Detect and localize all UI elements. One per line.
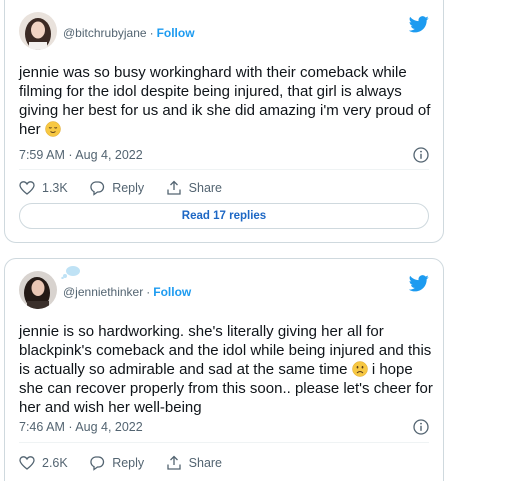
follow-button[interactable]: Follow xyxy=(153,285,191,299)
avatar[interactable] xyxy=(19,12,57,50)
heart-icon xyxy=(19,181,35,195)
tweet-text: jennie was so busy workinghard with thei… xyxy=(19,63,434,139)
share-icon xyxy=(167,455,181,470)
like-button[interactable]: 1.3K xyxy=(19,180,68,196)
tweet-actions: 2.6K Reply Share xyxy=(19,455,240,474)
handle-row: @bitchrubyjane · Follow xyxy=(63,26,195,40)
like-count: 2.6K xyxy=(42,456,68,470)
share-label: Share xyxy=(188,456,223,470)
relieved-face-icon xyxy=(45,121,61,137)
divider xyxy=(19,169,429,170)
separator-dot: · xyxy=(149,26,154,40)
tweet-text: jennie is so hardworking. she's literall… xyxy=(19,322,434,417)
reply-button[interactable]: Reply xyxy=(89,455,144,471)
like-button[interactable]: 2.6K xyxy=(19,455,68,471)
handle-row: @jenniethinker · Follow xyxy=(63,285,191,299)
info-icon[interactable] xyxy=(413,419,429,435)
share-button[interactable]: Share xyxy=(166,180,222,196)
thought-bubble-icon xyxy=(61,266,80,279)
user-handle[interactable]: @bitchrubyjane xyxy=(63,26,147,40)
avatar[interactable] xyxy=(19,271,57,309)
tweet-timestamp[interactable]: 7:59 AM · Aug 4, 2022 xyxy=(19,148,143,162)
tweet-body: jennie was so busy workinghard with thei… xyxy=(19,64,431,138)
tweet-body-part1: jennie is so hardworking. she's literall… xyxy=(19,323,432,378)
tweet-header: @bitchrubyjane · Follow xyxy=(19,12,429,52)
heart-icon xyxy=(19,456,35,470)
share-icon xyxy=(167,180,181,195)
divider xyxy=(19,442,429,443)
reply-icon xyxy=(90,456,105,471)
tweet-actions: 1.3K Reply Share xyxy=(19,180,240,199)
reply-label: Reply xyxy=(112,181,145,195)
frowning-face-icon xyxy=(351,361,368,377)
like-count: 1.3K xyxy=(42,181,68,195)
share-label: Share xyxy=(188,181,223,195)
tweet-card: @jenniethinker · Follow jennie is so hardw… xyxy=(4,258,444,481)
reply-label: Reply xyxy=(112,456,145,470)
tweet-header: @jenniethinker · Follow xyxy=(19,266,429,311)
twitter-logo-icon[interactable] xyxy=(409,16,429,33)
share-button[interactable]: Share xyxy=(166,455,222,471)
tweet-timestamp[interactable]: 7:46 AM · Aug 4, 2022 xyxy=(19,420,143,434)
tweet-card: @bitchrubyjane · Follow jennie was so busy… xyxy=(4,0,444,243)
separator-dot: · xyxy=(146,285,151,299)
user-handle[interactable]: @jenniethinker xyxy=(63,285,143,299)
twitter-logo-icon[interactable] xyxy=(409,275,429,292)
read-replies-button[interactable]: Read 17 replies xyxy=(19,203,429,229)
info-icon[interactable] xyxy=(413,147,429,163)
follow-button[interactable]: Follow xyxy=(157,26,195,40)
reply-button[interactable]: Reply xyxy=(89,180,144,196)
reply-icon xyxy=(90,181,105,196)
